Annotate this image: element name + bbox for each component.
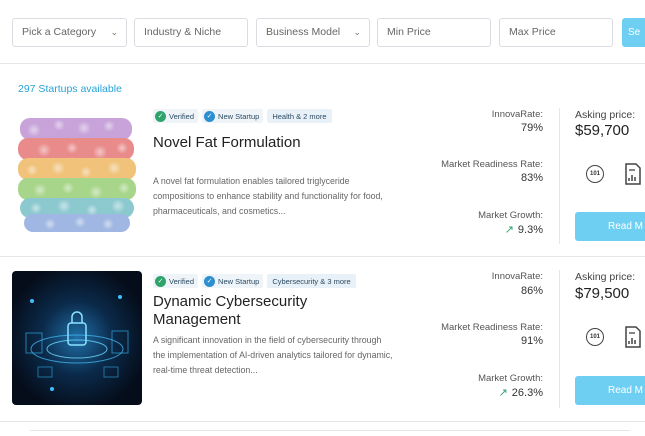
- document-chart-icon: [625, 163, 641, 185]
- verified-label: Verified: [169, 276, 195, 286]
- read-more-label: Read M: [608, 221, 644, 232]
- startup-title[interactable]: Novel Fat Formulation: [153, 134, 403, 152]
- chevron-down-icon: ⌄: [110, 27, 118, 37]
- growth-label: Market Growth:: [478, 210, 543, 221]
- growth-value: 26.3%: [511, 387, 543, 399]
- asking-price: $79,500: [575, 285, 630, 302]
- innovarate-label: InnovaRate:: [491, 271, 543, 282]
- check-icon: ✓: [155, 275, 166, 287]
- badge-row: ✓ Verified ✓ New Startup Cybersecurity &…: [153, 274, 356, 288]
- read-more-button[interactable]: Read M: [575, 212, 645, 241]
- check-icon: ✓: [155, 110, 166, 122]
- rating-badge-text: 101: [589, 171, 600, 177]
- trend-up-icon: ↗: [504, 224, 514, 236]
- growth-value-row: ↗ 9.3%: [463, 223, 543, 236]
- business-model-label: Business Model: [266, 26, 341, 38]
- readiness-value: 83%: [520, 172, 543, 184]
- badge-row: ✓ Verified ✓ New Startup Health & 2 more: [153, 109, 332, 123]
- new-startup-badge: ✓ New Startup: [202, 274, 264, 288]
- growth-label: Market Growth:: [478, 373, 543, 384]
- new-startup-label: New Startup: [218, 111, 260, 121]
- category-select-label: Pick a Category: [22, 26, 97, 38]
- filter-bar: Pick a Category ⌄ Industry & Niche Busin…: [0, 0, 645, 64]
- business-model-select[interactable]: Business Model ⌄: [256, 18, 370, 47]
- verified-label: Verified: [169, 111, 195, 121]
- innovarate-value: 86%: [520, 285, 543, 297]
- search-button[interactable]: Se: [622, 18, 645, 47]
- rating-badge-text: 101: [589, 334, 600, 340]
- results-count: 297 Startups available: [18, 83, 122, 95]
- industry-input-placeholder: Industry & Niche: [144, 26, 222, 38]
- divider: [559, 108, 560, 244]
- growth-value: 9.3%: [517, 224, 543, 236]
- tag-badge[interactable]: Cybersecurity & 3 more: [267, 274, 356, 288]
- next-card-edge: [30, 430, 630, 431]
- max-price-input[interactable]: Max Price: [499, 18, 613, 47]
- card-divider: [0, 421, 645, 422]
- cybersecurity-image: [12, 271, 142, 405]
- min-price-input[interactable]: Min Price: [377, 18, 491, 47]
- tag-label: Health & 2 more: [272, 111, 327, 121]
- read-more-button[interactable]: Read M: [575, 376, 645, 405]
- search-button-label: Se: [628, 27, 641, 38]
- max-price-placeholder: Max Price: [509, 26, 556, 38]
- tag-badge[interactable]: Health & 2 more: [267, 109, 332, 123]
- read-more-label: Read M: [608, 385, 644, 396]
- badge-icon: ✓: [204, 110, 216, 122]
- industry-input[interactable]: Industry & Niche: [134, 18, 248, 47]
- molecule-image: [18, 118, 136, 232]
- new-startup-label: New Startup: [218, 276, 260, 286]
- readiness-label: Market Readiness Rate:: [441, 322, 543, 333]
- min-price-placeholder: Min Price: [387, 26, 431, 38]
- asking-price: $59,700: [575, 122, 630, 139]
- category-select[interactable]: Pick a Category ⌄: [12, 18, 127, 47]
- startup-description: A significant innovation in the field of…: [153, 335, 393, 375]
- tag-label: Cybersecurity & 3 more: [272, 276, 351, 286]
- verified-badge: ✓ Verified: [153, 274, 199, 288]
- growth-value-row: ↗ 26.3%: [463, 386, 543, 399]
- divider: [559, 270, 560, 408]
- rating-badge-icon: 101: [586, 328, 604, 346]
- startup-description: A novel fat formulation enables tailored…: [153, 176, 383, 216]
- innovarate-value: 79%: [520, 122, 543, 134]
- innovarate-label: InnovaRate:: [491, 109, 543, 120]
- readiness-value: 91%: [520, 335, 543, 347]
- rating-badge-icon: 101: [586, 165, 604, 183]
- readiness-label: Market Readiness Rate:: [441, 159, 543, 170]
- asking-price-label: Asking price:: [575, 271, 636, 283]
- trend-up-icon: ↗: [498, 387, 508, 399]
- document-chart-icon: [625, 326, 641, 348]
- card-divider: [0, 256, 645, 257]
- chevron-down-icon: ⌄: [353, 27, 361, 37]
- verified-badge: ✓ Verified: [153, 109, 199, 123]
- asking-price-label: Asking price:: [575, 109, 636, 121]
- startup-title[interactable]: Dynamic Cybersecurity Management: [153, 293, 353, 329]
- badge-icon: ✓: [204, 275, 216, 287]
- new-startup-badge: ✓ New Startup: [202, 109, 264, 123]
